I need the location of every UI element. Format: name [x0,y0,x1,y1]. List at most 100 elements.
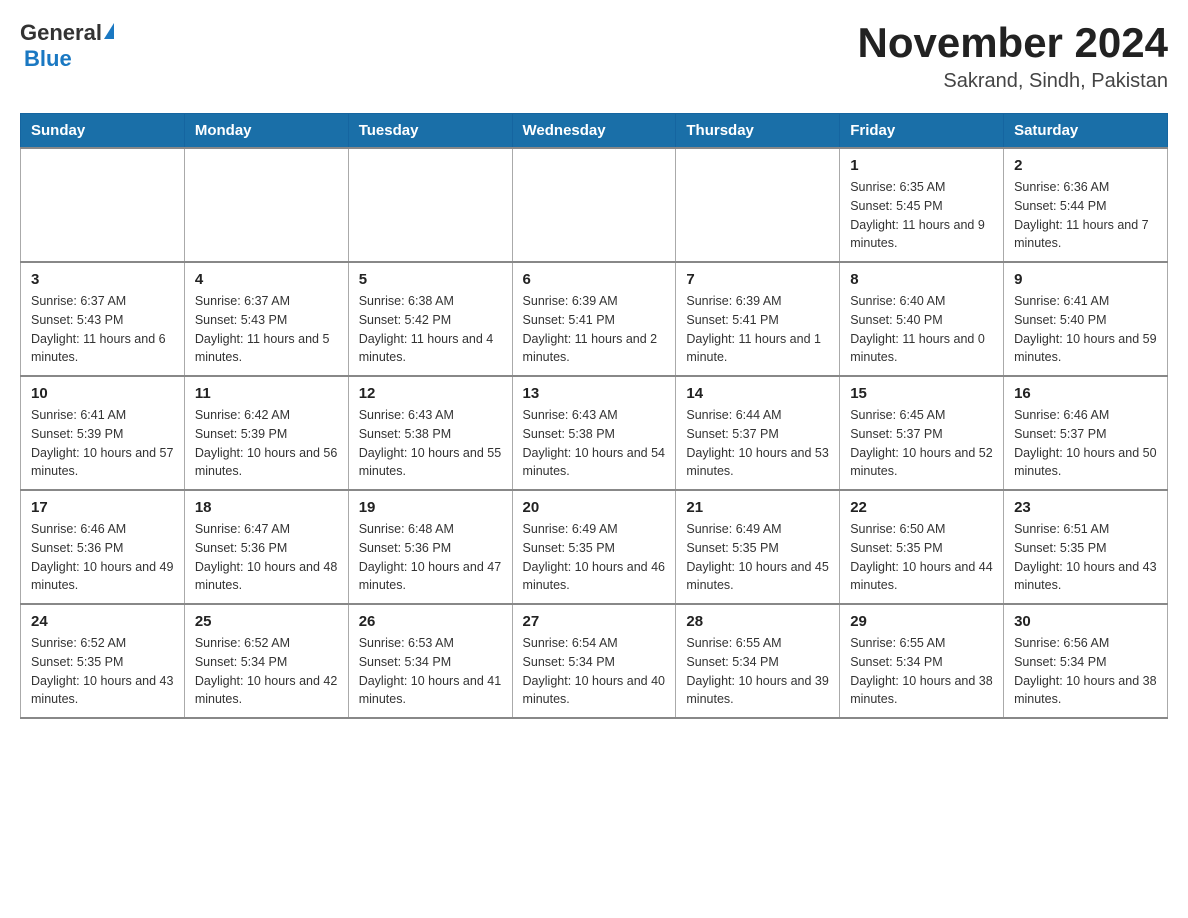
page-header: General Blue November 2024 Sakrand, Sind… [20,20,1168,93]
day-info: Sunrise: 6:36 AMSunset: 5:44 PMDaylight:… [1014,178,1157,253]
calendar-cell: 21 Sunrise: 6:49 AMSunset: 5:35 PMDayligh… [676,490,840,604]
logo-general-text: General [20,20,102,46]
day-info: Sunrise: 6:43 AMSunset: 5:38 PMDaylight:… [359,406,502,481]
calendar-cell: 28 Sunrise: 6:55 AMSunset: 5:34 PMDayligh… [676,604,840,718]
calendar-week-row: 1 Sunrise: 6:35 AMSunset: 5:45 PMDaylight… [21,148,1168,262]
calendar-cell: 16Sunrise: 6:46 AMSunset: 5:37 PMDayligh… [1004,376,1168,490]
day-info: Sunrise: 6:35 AMSunset: 5:45 PMDaylight:… [850,178,993,253]
day-info: Sunrise: 6:46 AMSunset: 5:36 PMDaylight:… [31,520,174,595]
calendar-cell: 26Sunrise: 6:53 AMSunset: 5:34 PMDayligh… [348,604,512,718]
day-info: Sunrise: 6:41 AMSunset: 5:40 PMDaylight:… [1014,292,1157,367]
day-number: 25 [195,613,338,630]
weekday-header-monday: Monday [184,114,348,149]
calendar-cell: 24Sunrise: 6:52 AMSunset: 5:35 PMDayligh… [21,604,185,718]
calendar-cell: 6 Sunrise: 6:39 AMSunset: 5:41 PMDaylight… [512,262,676,376]
day-info: Sunrise: 6:46 AMSunset: 5:37 PMDaylight:… [1014,406,1157,481]
calendar-table: SundayMondayTuesdayWednesdayThursdayFrid… [20,113,1168,719]
calendar-cell: 30 Sunrise: 6:56 AMSunset: 5:34 PMDayligh… [1004,604,1168,718]
day-info: Sunrise: 6:49 AMSunset: 5:35 PMDaylight:… [686,520,829,595]
day-info: Sunrise: 6:50 AMSunset: 5:35 PMDaylight:… [850,520,993,595]
day-number: 1 [850,157,993,174]
day-info: Sunrise: 6:48 AMSunset: 5:36 PMDaylight:… [359,520,502,595]
day-info: Sunrise: 6:53 AMSunset: 5:34 PMDaylight:… [359,634,502,709]
weekday-header-friday: Friday [840,114,1004,149]
weekday-header-saturday: Saturday [1004,114,1168,149]
location-subtitle: Sakrand, Sindh, Pakistan [857,70,1168,93]
logo: General Blue [20,20,114,72]
calendar-cell [512,148,676,262]
calendar-cell: 7 Sunrise: 6:39 AMSunset: 5:41 PMDaylight… [676,262,840,376]
calendar-cell: 14 Sunrise: 6:44 AMSunset: 5:37 PMDayligh… [676,376,840,490]
calendar-week-row: 10 Sunrise: 6:41 AMSunset: 5:39 PMDayligh… [21,376,1168,490]
calendar-cell: 18Sunrise: 6:47 AMSunset: 5:36 PMDayligh… [184,490,348,604]
day-number: 4 [195,271,338,288]
weekday-header-sunday: Sunday [21,114,185,149]
calendar-cell: 4 Sunrise: 6:37 AMSunset: 5:43 PMDaylight… [184,262,348,376]
calendar-cell [348,148,512,262]
calendar-cell: 12 Sunrise: 6:43 AMSunset: 5:38 PMDayligh… [348,376,512,490]
day-number: 5 [359,271,502,288]
day-number: 30 [1014,613,1157,630]
day-number: 2 [1014,157,1157,174]
day-number: 7 [686,271,829,288]
calendar-cell: 13 Sunrise: 6:43 AMSunset: 5:38 PMDayligh… [512,376,676,490]
calendar-cell: 15Sunrise: 6:45 AMSunset: 5:37 PMDayligh… [840,376,1004,490]
day-info: Sunrise: 6:55 AMSunset: 5:34 PMDaylight:… [686,634,829,709]
weekday-header-thursday: Thursday [676,114,840,149]
calendar-cell [676,148,840,262]
day-number: 18 [195,499,338,516]
day-number: 6 [523,271,666,288]
calendar-cell: 10 Sunrise: 6:41 AMSunset: 5:39 PMDayligh… [21,376,185,490]
calendar-cell: 19Sunrise: 6:48 AMSunset: 5:36 PMDayligh… [348,490,512,604]
calendar-cell: 2 Sunrise: 6:36 AMSunset: 5:44 PMDaylight… [1004,148,1168,262]
day-info: Sunrise: 6:37 AMSunset: 5:43 PMDaylight:… [31,292,174,367]
day-number: 20 [523,499,666,516]
calendar-week-row: 17 Sunrise: 6:46 AMSunset: 5:36 PMDayligh… [21,490,1168,604]
day-info: Sunrise: 6:44 AMSunset: 5:37 PMDaylight:… [686,406,829,481]
day-info: Sunrise: 6:55 AMSunset: 5:34 PMDaylight:… [850,634,993,709]
day-number: 22 [850,499,993,516]
calendar-cell: 9 Sunrise: 6:41 AMSunset: 5:40 PMDaylight… [1004,262,1168,376]
day-info: Sunrise: 6:39 AMSunset: 5:41 PMDaylight:… [523,292,666,367]
logo-triangle-icon [104,23,114,39]
calendar-week-row: 24Sunrise: 6:52 AMSunset: 5:35 PMDayligh… [21,604,1168,718]
day-number: 3 [31,271,174,288]
day-number: 27 [523,613,666,630]
day-info: Sunrise: 6:39 AMSunset: 5:41 PMDaylight:… [686,292,829,367]
day-info: Sunrise: 6:52 AMSunset: 5:35 PMDaylight:… [31,634,174,709]
day-number: 28 [686,613,829,630]
day-number: 14 [686,385,829,402]
day-info: Sunrise: 6:41 AMSunset: 5:39 PMDaylight:… [31,406,174,481]
day-info: Sunrise: 6:42 AMSunset: 5:39 PMDaylight:… [195,406,338,481]
day-info: Sunrise: 6:51 AMSunset: 5:35 PMDaylight:… [1014,520,1157,595]
day-number: 10 [31,385,174,402]
day-info: Sunrise: 6:54 AMSunset: 5:34 PMDaylight:… [523,634,666,709]
weekday-header-tuesday: Tuesday [348,114,512,149]
day-number: 29 [850,613,993,630]
day-number: 17 [31,499,174,516]
day-number: 9 [1014,271,1157,288]
day-info: Sunrise: 6:52 AMSunset: 5:34 PMDaylight:… [195,634,338,709]
day-number: 11 [195,385,338,402]
day-info: Sunrise: 6:43 AMSunset: 5:38 PMDaylight:… [523,406,666,481]
weekday-header-wednesday: Wednesday [512,114,676,149]
calendar-cell [184,148,348,262]
calendar-cell: 25 Sunrise: 6:52 AMSunset: 5:34 PMDayligh… [184,604,348,718]
calendar-cell: 5 Sunrise: 6:38 AMSunset: 5:42 PMDaylight… [348,262,512,376]
title-block: November 2024 Sakrand, Sindh, Pakistan [857,20,1168,93]
calendar-cell: 8Sunrise: 6:40 AMSunset: 5:40 PMDaylight… [840,262,1004,376]
day-number: 12 [359,385,502,402]
day-info: Sunrise: 6:38 AMSunset: 5:42 PMDaylight:… [359,292,502,367]
day-number: 13 [523,385,666,402]
calendar-cell: 3 Sunrise: 6:37 AMSunset: 5:43 PMDaylight… [21,262,185,376]
day-info: Sunrise: 6:37 AMSunset: 5:43 PMDaylight:… [195,292,338,367]
calendar-week-row: 3 Sunrise: 6:37 AMSunset: 5:43 PMDaylight… [21,262,1168,376]
day-number: 21 [686,499,829,516]
calendar-cell: 17 Sunrise: 6:46 AMSunset: 5:36 PMDayligh… [21,490,185,604]
calendar-cell: 1 Sunrise: 6:35 AMSunset: 5:45 PMDaylight… [840,148,1004,262]
day-number: 15 [850,385,993,402]
calendar-cell: 22 Sunrise: 6:50 AMSunset: 5:35 PMDayligh… [840,490,1004,604]
weekday-header-row: SundayMondayTuesdayWednesdayThursdayFrid… [21,114,1168,149]
calendar-cell: 27 Sunrise: 6:54 AMSunset: 5:34 PMDayligh… [512,604,676,718]
day-info: Sunrise: 6:56 AMSunset: 5:34 PMDaylight:… [1014,634,1157,709]
